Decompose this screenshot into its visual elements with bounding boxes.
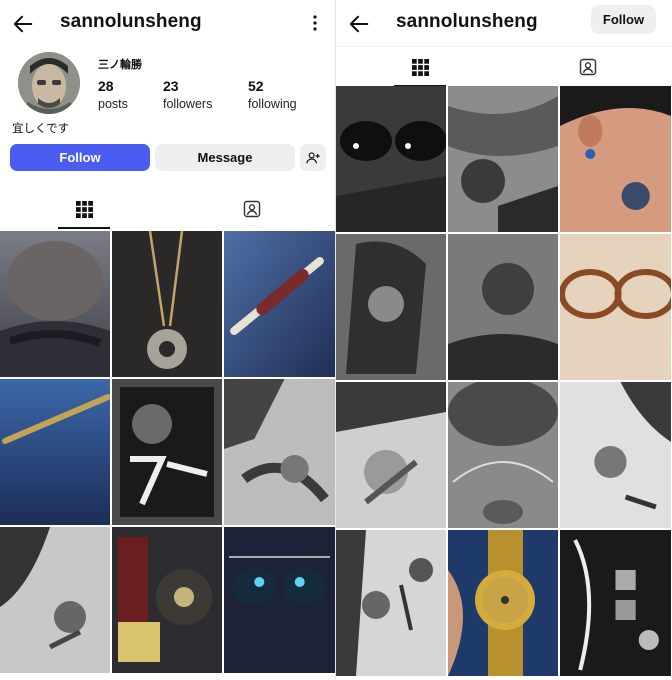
following-count[interactable]: 52 following [248,78,297,111]
username: sannolunsheng [60,11,202,32]
posts-label: posts [98,97,128,111]
grid-icon [411,58,429,76]
message-button[interactable]: Message [155,144,295,171]
add-user-button[interactable] [300,144,326,171]
avatar[interactable] [18,52,80,114]
post-thumbnail[interactable] [448,530,558,676]
post-thumbnail[interactable] [0,527,110,673]
post-thumbnail[interactable] [336,86,446,232]
post-thumbnail[interactable] [0,379,110,525]
username: sannolunsheng [396,11,538,32]
tab-tagged[interactable] [504,47,672,87]
post-thumbnail[interactable] [560,86,671,232]
following-value: 52 [248,78,264,94]
post-thumbnail[interactable] [560,234,671,380]
following-label: following [248,97,297,111]
post-thumbnail[interactable] [448,234,558,380]
posts-grid [0,231,336,673]
bio: 宜しくです [12,123,70,135]
profile-screen-right: sannolunsheng Follow [336,0,672,680]
posts-grid [336,86,672,676]
tagged-icon [579,58,597,76]
back-arrow-icon[interactable] [348,13,370,35]
tab-posts-grid[interactable] [0,189,168,229]
profile-screen-left: sannolunsheng 三ノ輪勝 28 posts 23 followers… [0,0,336,680]
post-thumbnail[interactable] [560,382,671,528]
post-thumbnail[interactable] [336,382,446,528]
follow-button[interactable]: Follow [591,5,656,34]
post-thumbnail[interactable] [112,231,222,377]
followers-label: followers [163,97,213,111]
post-thumbnail[interactable] [336,530,446,676]
post-thumbnail[interactable] [224,231,335,377]
profile-tabs [0,189,336,229]
post-thumbnail[interactable] [224,379,335,525]
back-arrow-icon[interactable] [12,13,34,35]
post-thumbnail[interactable] [448,86,558,232]
top-bar: sannolunsheng [0,0,336,46]
post-thumbnail[interactable] [112,527,222,673]
follow-button[interactable]: Follow [10,144,150,171]
top-bar: sannolunsheng Follow [336,0,672,46]
add-user-icon [306,151,320,163]
more-vertical-icon[interactable] [312,14,318,32]
profile-tabs [336,46,672,87]
followers-value: 23 [163,78,179,94]
tab-tagged[interactable] [168,189,336,229]
grid-icon [75,200,93,218]
posts-value: 28 [98,78,114,94]
post-thumbnail[interactable] [336,234,446,380]
posts-count[interactable]: 28 posts [98,78,128,111]
post-thumbnail[interactable] [560,530,671,676]
post-thumbnail[interactable] [0,231,110,377]
post-thumbnail[interactable] [448,382,558,528]
tab-posts-grid[interactable] [336,47,504,87]
tagged-icon [243,200,261,218]
followers-count[interactable]: 23 followers [163,78,212,111]
post-thumbnail[interactable] [112,379,222,525]
display-name: 三ノ輪勝 [98,59,142,71]
post-thumbnail[interactable] [224,527,335,673]
